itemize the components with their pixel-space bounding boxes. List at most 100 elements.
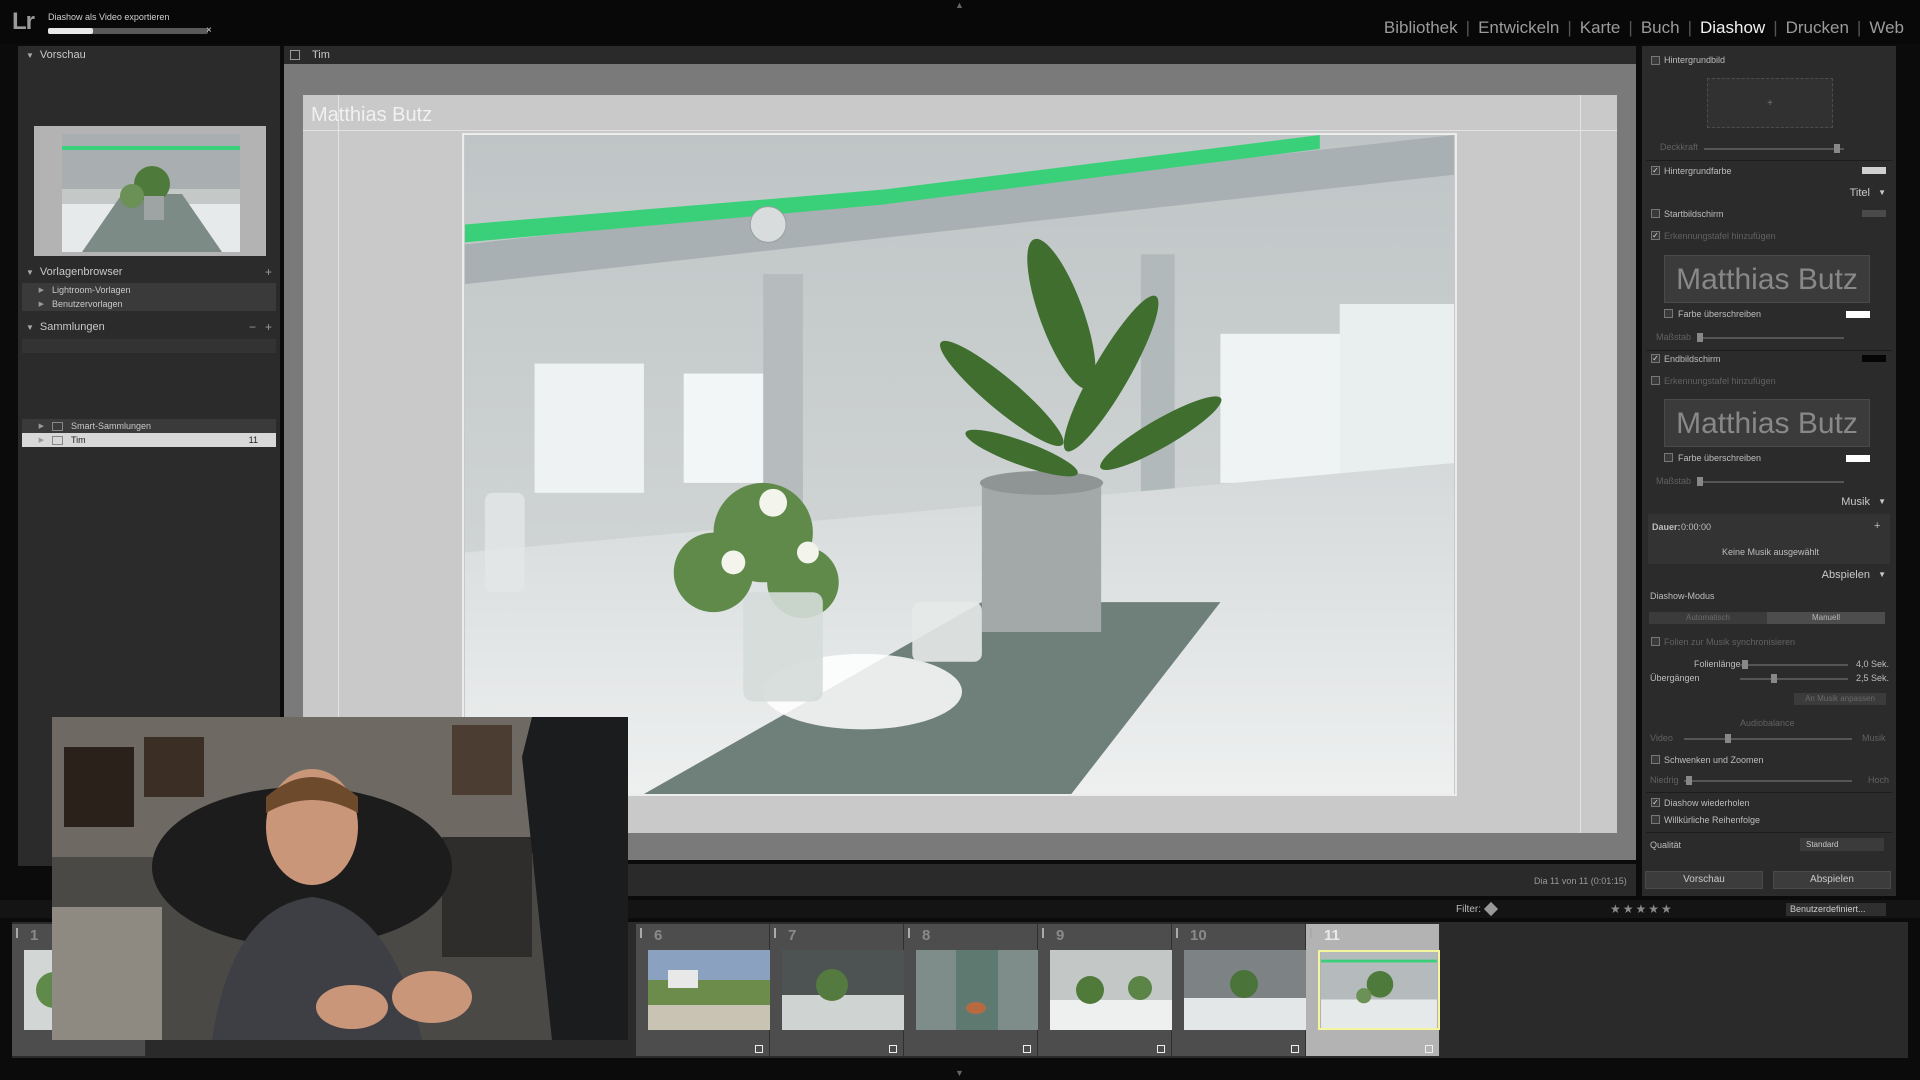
flag-icon[interactable] [908, 928, 916, 938]
quality-label: Qualität [1650, 840, 1682, 850]
play-button[interactable]: Abspielen [1773, 871, 1891, 889]
transition-label: Übergängen [1650, 673, 1700, 683]
flag-icon[interactable] [1176, 928, 1184, 938]
quality-select[interactable]: Standard [1800, 838, 1884, 851]
module-web[interactable]: Web [1861, 18, 1912, 38]
ending-override-color-checkbox[interactable] [1664, 453, 1673, 462]
template-folder-user[interactable]: ▶ Benutzervorlagen [22, 297, 276, 311]
preview-panel-header[interactable]: ▼ Vorschau [18, 46, 280, 64]
section-title-header[interactable]: Titel ▼ [1646, 183, 1892, 203]
opacity-slider[interactable] [1704, 148, 1844, 150]
background-color-checkbox[interactable]: ✓ [1651, 166, 1660, 175]
audio-balance-handle[interactable] [1725, 734, 1731, 743]
filmstrip-cell[interactable]: 6 [636, 924, 770, 1056]
background-image-checkbox[interactable] [1651, 56, 1660, 65]
intro-scale-handle[interactable] [1697, 333, 1703, 342]
repeat-slideshow-checkbox[interactable]: ✓ [1651, 798, 1660, 807]
triangle-right-icon: ▶ [38, 423, 44, 430]
add-template-icon[interactable]: + [265, 265, 272, 279]
section-playback-header[interactable]: Abspielen ▼ [1646, 565, 1892, 585]
ending-identity-plate[interactable]: Matthias Butz [1664, 399, 1870, 447]
intro-override-color-checkbox[interactable] [1664, 309, 1673, 318]
slide-identity-text[interactable]: Matthias Butz [311, 104, 432, 127]
filter-preset-select[interactable]: Benutzerdefiniert... [1786, 903, 1886, 916]
active-collection-name: Tim [312, 49, 330, 61]
intro-scale-slider[interactable] [1698, 337, 1844, 339]
transition-slider[interactable] [1740, 678, 1848, 680]
add-music-icon[interactable]: + [1874, 520, 1880, 532]
panel-toggle-bottom-icon[interactable]: ▼ [955, 1068, 964, 1078]
flag-icon[interactable] [1310, 928, 1318, 938]
flag-icon[interactable] [774, 928, 782, 938]
intro-override-color-swatch[interactable] [1846, 311, 1870, 318]
sync-music-checkbox[interactable] [1651, 637, 1660, 646]
module-karte[interactable]: Karte [1572, 18, 1629, 38]
section-playback-label: Abspielen [1821, 569, 1870, 581]
triangle-down-icon: ▼ [1878, 497, 1886, 506]
edited-badge-icon [1023, 1045, 1031, 1053]
module-buch[interactable]: Buch [1633, 18, 1688, 38]
background-image-well[interactable]: + [1707, 78, 1833, 128]
fit-to-music-button[interactable]: An Musik anpassen [1794, 693, 1886, 705]
filmstrip-cell[interactable]: 8 [904, 924, 1038, 1056]
preview-button[interactable]: Vorschau [1645, 871, 1763, 889]
collections-filter-row [22, 339, 276, 353]
intro-identity-checkbox[interactable]: ✓ [1651, 231, 1660, 240]
filmstrip-cell[interactable]: 10 [1172, 924, 1306, 1056]
intro-color-swatch[interactable] [1862, 210, 1886, 217]
section-music-header[interactable]: Musik ▼ [1646, 492, 1892, 512]
intro-screen-checkbox[interactable] [1651, 209, 1660, 218]
module-entwickeln[interactable]: Entwickeln [1470, 18, 1567, 38]
mode-manual-button[interactable]: Manuell [1767, 612, 1885, 624]
module-bibliothek[interactable]: Bibliothek [1376, 18, 1466, 38]
ending-screen-checkbox[interactable]: ✓ [1651, 354, 1660, 363]
slide-length-slider[interactable] [1740, 664, 1848, 666]
background-color-swatch[interactable] [1862, 167, 1886, 174]
cancel-export-icon[interactable]: × [206, 25, 212, 36]
thumbnail [916, 950, 1038, 1030]
pan-zoom-slider[interactable] [1684, 780, 1852, 782]
sync-music-label: Folien zur Musik synchronisieren [1664, 637, 1796, 647]
slide-length-handle[interactable] [1742, 660, 1748, 669]
ending-override-color-swatch[interactable] [1846, 455, 1870, 462]
collections-header[interactable]: ▼ Sammlungen − + [18, 318, 280, 336]
triangle-down-icon: ▼ [26, 267, 34, 277]
webcam-overlay [52, 717, 628, 1040]
ending-scale-slider[interactable] [1698, 481, 1844, 483]
flag-icon[interactable] [16, 928, 24, 938]
remove-collection-icon[interactable]: − [249, 320, 256, 334]
filmstrip-cell[interactable]: 7 [770, 924, 904, 1056]
filmstrip-cell[interactable]: 9 [1038, 924, 1172, 1056]
module-diashow[interactable]: Diashow [1692, 18, 1773, 38]
ending-color-swatch[interactable] [1862, 355, 1886, 362]
template-folder-lightroom[interactable]: ▶ Lightroom-Vorlagen [22, 283, 276, 297]
transition-handle[interactable] [1771, 674, 1777, 683]
slide-photo[interactable] [462, 133, 1457, 796]
triangle-right-icon: ▶ [38, 301, 44, 308]
pan-zoom-checkbox[interactable] [1651, 755, 1660, 764]
filmstrip-cell-selected[interactable]: 11 [1306, 924, 1440, 1056]
add-collection-icon[interactable]: + [265, 320, 272, 334]
mode-automatic-button[interactable]: Automatisch [1649, 612, 1767, 624]
rating-filter-stars[interactable]: ★★★★★ [1610, 902, 1674, 916]
module-drucken[interactable]: Drucken [1778, 18, 1857, 38]
flag-icon[interactable] [1042, 928, 1050, 938]
panel-toggle-top-icon[interactable]: ▲ [955, 0, 964, 10]
template-browser-header[interactable]: ▼ Vorlagenbrowser + [18, 263, 280, 281]
ending-identity-label: Erkennungstafel hinzufügen [1664, 376, 1776, 386]
opacity-slider-handle[interactable] [1834, 144, 1840, 153]
no-music-selected: Keine Musik ausgewählt [1722, 547, 1820, 557]
flag-icon[interactable] [640, 928, 648, 938]
ending-scale-handle[interactable] [1697, 477, 1703, 486]
random-order-checkbox[interactable] [1651, 815, 1660, 824]
collection-smart[interactable]: ▶ Smart-Sammlungen [22, 419, 276, 433]
thumbnail [648, 950, 770, 1030]
ending-identity-checkbox[interactable] [1651, 376, 1660, 385]
template-preview [34, 126, 266, 256]
layout-guide-right[interactable] [1580, 95, 1581, 833]
intro-identity-plate[interactable]: Matthias Butz [1664, 255, 1870, 303]
pan-zoom-handle[interactable] [1686, 776, 1692, 785]
collection-tim[interactable]: ▶ Tim 11 [22, 433, 276, 447]
layout-guide-top[interactable] [303, 130, 1617, 131]
audio-balance-slider[interactable] [1684, 738, 1852, 740]
